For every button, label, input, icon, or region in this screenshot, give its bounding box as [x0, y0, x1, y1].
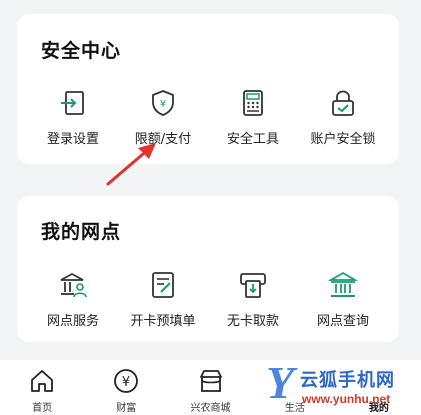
tab-mine[interactable]: 我的: [337, 360, 421, 415]
cardless-withdrawal-item[interactable]: 无卡取款: [209, 268, 297, 329]
tab-mall[interactable]: 兴农商城: [168, 360, 252, 415]
security-tools-item[interactable]: 安全工具: [209, 86, 297, 147]
shop-icon: [196, 366, 226, 396]
home-icon: [27, 366, 57, 396]
svg-text:¥: ¥: [122, 375, 130, 390]
login-icon: [56, 86, 90, 120]
outlet-service-item[interactable]: 网点服务: [29, 268, 117, 329]
bank-icon: [326, 268, 360, 302]
tab-home[interactable]: 首页: [0, 360, 84, 415]
tab-life-label: 生活: [284, 403, 305, 414]
tab-life[interactable]: 生活: [253, 360, 337, 415]
security-center-title: 安全中心: [41, 40, 122, 62]
outlet-query-label: 网点查询: [316, 314, 369, 329]
svg-text:¥: ¥: [160, 99, 166, 110]
outlets-grid: 网点服务 开卡预填单 无卡取款 网点查询: [29, 268, 387, 329]
profile-icon: [364, 366, 394, 396]
security-center-card: 安全中心 登录设置 ¥ 限额/支付 安全工具 账户安全锁: [17, 14, 399, 164]
card-prefill-label: 开卡预填单: [130, 314, 196, 329]
my-outlets-card: 我的网点 网点服务 开卡预填单 无卡取款 网点查询: [17, 196, 399, 342]
lock-icon: [326, 86, 360, 120]
life-icon: [280, 366, 310, 396]
limit-payment-item[interactable]: ¥ 限额/支付: [119, 86, 207, 147]
tab-wealth-label: 财富: [116, 403, 137, 414]
bank-person-icon: [56, 268, 90, 302]
atm-icon: [236, 268, 270, 302]
tab-home-label: 首页: [32, 403, 53, 414]
outlet-query-item[interactable]: 网点查询: [299, 268, 387, 329]
security-grid: 登录设置 ¥ 限额/支付 安全工具 账户安全锁: [29, 86, 387, 147]
form-edit-icon: [146, 268, 180, 302]
tab-mine-label: 我的: [368, 403, 389, 414]
calculator-icon: [236, 86, 270, 120]
login-settings-item[interactable]: 登录设置: [29, 86, 117, 147]
bottom-tab-bar: 首页 ¥ 财富 兴农商城 生活 我的: [0, 360, 421, 415]
tab-wealth[interactable]: ¥ 财富: [84, 360, 168, 415]
cardless-withdrawal-label: 无卡取款: [226, 314, 279, 329]
security-tools-label: 安全工具: [226, 132, 279, 147]
outlet-service-label: 网点服务: [46, 314, 99, 329]
my-outlets-title: 我的网点: [41, 221, 122, 243]
limit-payment-label: 限额/支付: [134, 132, 192, 147]
login-settings-label: 登录设置: [46, 132, 99, 147]
card-prefill-item[interactable]: 开卡预填单: [119, 268, 207, 329]
account-lock-label: 账户安全锁: [310, 132, 376, 147]
account-lock-item[interactable]: 账户安全锁: [299, 86, 387, 147]
tab-mall-label: 兴农商城: [190, 403, 231, 414]
shield-yuan-icon: ¥: [146, 86, 180, 120]
yuan-circle-icon: ¥: [111, 366, 141, 396]
